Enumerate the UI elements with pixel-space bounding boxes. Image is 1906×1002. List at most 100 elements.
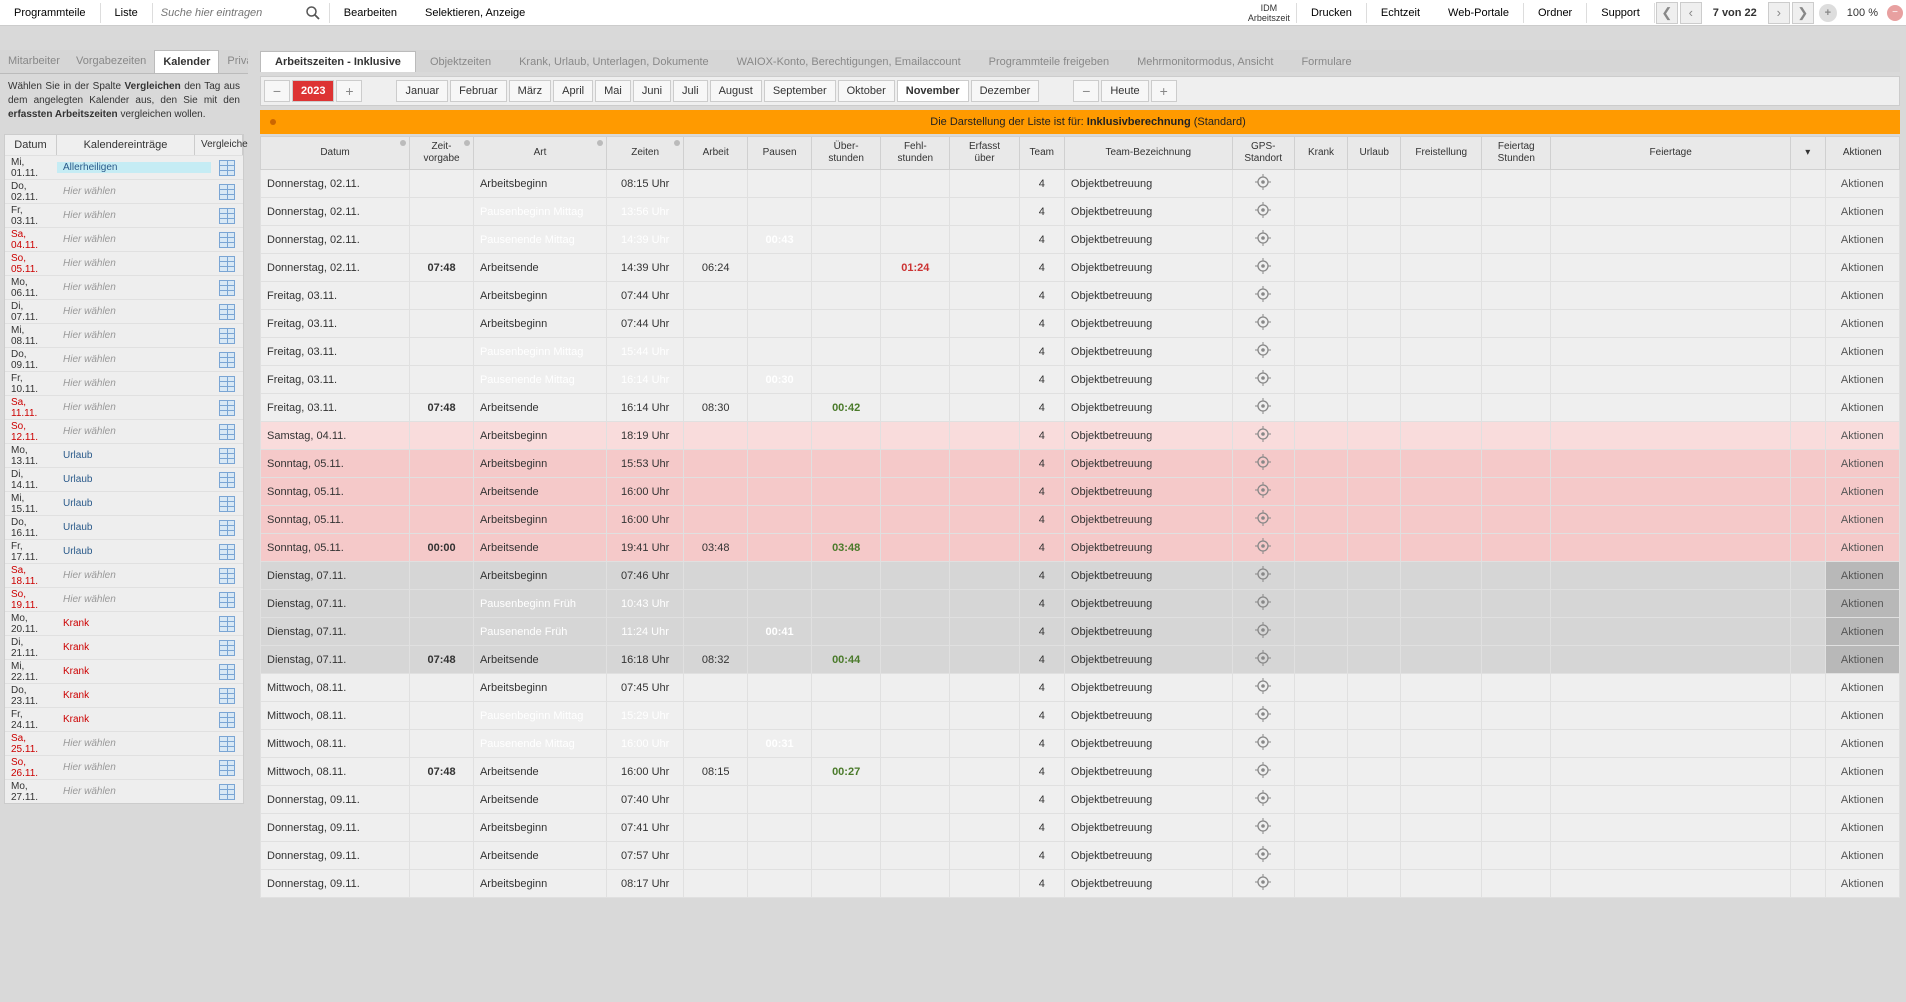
cell-aktionen[interactable]: Aktionen (1825, 814, 1899, 842)
col-head-mnu[interactable]: ▾ (1790, 137, 1825, 170)
nav-first-icon[interactable]: ❮ (1656, 2, 1678, 24)
cell-aktionen[interactable]: Aktionen (1825, 674, 1899, 702)
calendar-entry[interactable]: Krank (57, 714, 211, 725)
sort-icon[interactable] (597, 140, 603, 146)
table-row[interactable]: Donnerstag, 02.11.07:48Arbeitsende14:39 … (261, 254, 1900, 282)
calendar-compare-button[interactable] (211, 232, 243, 248)
calendar-compare-button[interactable] (211, 664, 243, 680)
table-row[interactable]: Mittwoch, 08.11.Arbeitsbeginn07:45 Uhr4O… (261, 674, 1900, 702)
cell-aktionen[interactable]: Aktionen (1825, 170, 1899, 198)
gps-icon[interactable] (1255, 706, 1271, 722)
cell-aktionen[interactable]: Aktionen (1825, 618, 1899, 646)
gps-icon[interactable] (1255, 286, 1271, 302)
col-head-feier[interactable]: Feiertage (1551, 137, 1791, 170)
calendar-row[interactable]: Sa, 11.11.Hier wählen (5, 395, 243, 419)
calendar-row[interactable]: So, 26.11.Hier wählen (5, 755, 243, 779)
cell-aktionen[interactable]: Aktionen (1825, 282, 1899, 310)
col-head-teamb[interactable]: Team-Bezeichnung (1064, 137, 1232, 170)
grid-icon[interactable] (219, 232, 235, 248)
month-november[interactable]: November (897, 80, 969, 102)
calendar-row[interactable]: Mo, 13.11.Urlaub (5, 443, 243, 467)
grid-icon[interactable] (219, 640, 235, 656)
calendar-compare-button[interactable] (211, 280, 243, 296)
calendar-row[interactable]: So, 12.11.Hier wählen (5, 419, 243, 443)
calendar-row[interactable]: Di, 21.11.Krank (5, 635, 243, 659)
sort-icon[interactable] (674, 140, 680, 146)
webportale-button[interactable]: Web-Portale (1434, 1, 1523, 25)
month-märz[interactable]: März (509, 80, 551, 102)
liste-button[interactable]: Liste (101, 1, 152, 25)
calendar-compare-button[interactable] (211, 448, 243, 464)
drucken-button[interactable]: Drucken (1297, 1, 1366, 25)
grid-icon[interactable] (219, 160, 235, 176)
cell-aktionen[interactable]: Aktionen (1825, 842, 1899, 870)
table-row[interactable]: Freitag, 03.11.Pausenende Mittag16:14 Uh… (261, 366, 1900, 394)
cell-aktionen[interactable]: Aktionen (1825, 646, 1899, 674)
calendar-entry[interactable]: Krank (57, 666, 211, 677)
calendar-compare-button[interactable] (211, 616, 243, 632)
grid-icon[interactable] (219, 616, 235, 632)
month-september[interactable]: September (764, 80, 836, 102)
calendar-compare-button[interactable] (211, 184, 243, 200)
gps-icon[interactable] (1255, 734, 1271, 750)
calendar-entry[interactable]: Hier wählen (57, 570, 211, 581)
calendar-row[interactable]: Do, 23.11.Krank (5, 683, 243, 707)
calendar-entry[interactable]: Hier wählen (57, 354, 211, 365)
calendar-row[interactable]: Fr, 10.11.Hier wählen (5, 371, 243, 395)
col-head-team[interactable]: Team (1019, 137, 1064, 170)
gps-icon[interactable] (1255, 258, 1271, 274)
table-row[interactable]: Freitag, 03.11.Arbeitsbeginn07:44 Uhr4Ob… (261, 310, 1900, 338)
calendar-row[interactable]: Mo, 27.11.Hier wählen (5, 779, 243, 803)
cell-aktionen[interactable]: Aktionen (1825, 254, 1899, 282)
gps-icon[interactable] (1255, 398, 1271, 414)
table-row[interactable]: Donnerstag, 02.11.Pausenbeginn Mittag13:… (261, 198, 1900, 226)
cell-aktionen[interactable]: Aktionen (1825, 198, 1899, 226)
grid-icon[interactable] (219, 400, 235, 416)
grid-icon[interactable] (219, 376, 235, 392)
calendar-compare-button[interactable] (211, 760, 243, 776)
cell-aktionen[interactable]: Aktionen (1825, 562, 1899, 590)
nav-prev-icon[interactable]: ‹ (1680, 2, 1702, 24)
zoom-out-icon[interactable]: − (1887, 5, 1903, 21)
cell-aktionen[interactable]: Aktionen (1825, 394, 1899, 422)
gps-icon[interactable] (1255, 342, 1271, 358)
calendar-compare-button[interactable] (211, 640, 243, 656)
calendar-row[interactable]: Mi, 01.11.Allerheiligen (5, 155, 243, 179)
grid-icon[interactable] (219, 784, 235, 800)
idm-arbeitszeit-button[interactable]: IDMArbeitszeit (1242, 3, 1296, 23)
calendar-row[interactable]: Do, 02.11.Hier wählen (5, 179, 243, 203)
calendar-entry[interactable]: Hier wählen (57, 594, 211, 605)
col-head-art[interactable]: Art (473, 137, 606, 170)
bearbeiten-button[interactable]: Bearbeiten (330, 1, 411, 25)
gps-icon[interactable] (1255, 510, 1271, 526)
gps-icon[interactable] (1255, 230, 1271, 246)
programmteile-button[interactable]: Programmteile (0, 1, 100, 25)
cell-aktionen[interactable]: Aktionen (1825, 730, 1899, 758)
calendar-entry[interactable]: Urlaub (57, 522, 211, 533)
sort-icon[interactable] (400, 140, 406, 146)
search-icon[interactable] (305, 5, 321, 21)
search-input[interactable] (161, 7, 301, 19)
heute-next-icon[interactable]: + (1151, 80, 1177, 102)
col-head-pau[interactable]: Pausen (748, 137, 812, 170)
heute-prev-icon[interactable]: − (1073, 80, 1099, 102)
grid-icon[interactable] (219, 472, 235, 488)
gps-icon[interactable] (1255, 622, 1271, 638)
year-next-icon[interactable]: + (336, 80, 362, 102)
cell-aktionen[interactable]: Aktionen (1825, 590, 1899, 618)
table-row[interactable]: Donnerstag, 09.11.Arbeitsbeginn08:17 Uhr… (261, 870, 1900, 898)
calendar-compare-button[interactable] (211, 256, 243, 272)
month-januar[interactable]: Januar (396, 80, 448, 102)
grid-icon[interactable] (219, 424, 235, 440)
grid-icon[interactable] (219, 592, 235, 608)
table-row[interactable]: Sonntag, 05.11.Arbeitsbeginn15:53 Uhr4Ob… (261, 450, 1900, 478)
month-februar[interactable]: Februar (450, 80, 507, 102)
calendar-compare-button[interactable] (211, 400, 243, 416)
sidebar-tab-vorgabezeiten[interactable]: Vorgabezeiten (68, 50, 154, 73)
calendar-row[interactable]: So, 19.11.Hier wählen (5, 587, 243, 611)
cell-aktionen[interactable]: Aktionen (1825, 786, 1899, 814)
cell-aktionen[interactable]: Aktionen (1825, 338, 1899, 366)
calendar-row[interactable]: Fr, 17.11.Urlaub (5, 539, 243, 563)
table-row[interactable]: Mittwoch, 08.11.Pausenende Mittag16:00 U… (261, 730, 1900, 758)
cell-aktionen[interactable]: Aktionen (1825, 450, 1899, 478)
